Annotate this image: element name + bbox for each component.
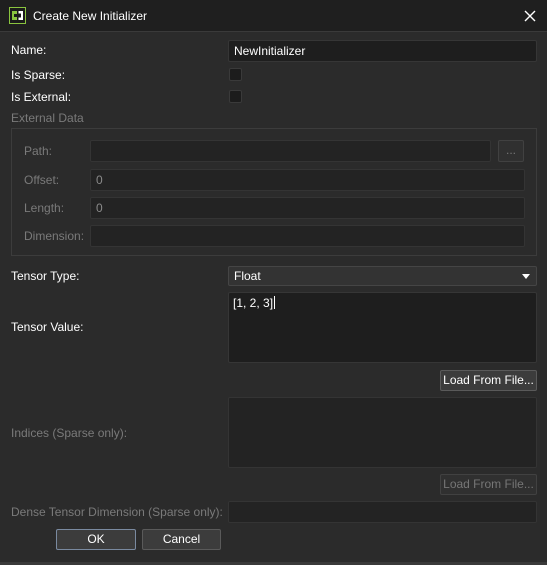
length-label: Length: bbox=[24, 201, 65, 215]
tensor-type-select[interactable]: Float bbox=[228, 266, 537, 286]
offset-label: Offset: bbox=[24, 173, 60, 187]
tensor-value-label: Tensor Value: bbox=[11, 320, 84, 334]
dimension-label: Dimension: bbox=[24, 229, 85, 243]
sparse-label: Is Sparse: bbox=[11, 68, 66, 82]
tensor-type-label: Tensor Type: bbox=[11, 269, 80, 283]
browse-path-button[interactable]: ... bbox=[498, 140, 524, 162]
chevron-down-icon bbox=[522, 274, 530, 279]
tensor-value-text: [1, 2, 3] bbox=[233, 296, 274, 310]
tensor-type-value: Float bbox=[234, 269, 261, 283]
ok-button[interactable]: OK bbox=[56, 529, 136, 550]
name-label: Name: bbox=[11, 43, 47, 57]
cancel-button[interactable]: Cancel bbox=[142, 529, 221, 550]
dimension-field[interactable] bbox=[90, 225, 525, 247]
external-label: Is External: bbox=[11, 90, 72, 104]
title-bar: Create New Initializer bbox=[0, 0, 547, 32]
window-title: Create New Initializer bbox=[33, 9, 148, 23]
text-caret bbox=[274, 296, 276, 309]
path-label: Path: bbox=[24, 144, 53, 158]
sparse-checkbox[interactable] bbox=[229, 68, 242, 81]
length-field[interactable]: 0 bbox=[90, 197, 525, 219]
tensor-value-editor[interactable]: [1, 2, 3] bbox=[228, 292, 537, 363]
indices-label: Indices (Sparse only): bbox=[11, 426, 128, 440]
close-icon[interactable] bbox=[521, 7, 539, 25]
external-data-group-label: External Data bbox=[11, 111, 84, 125]
dense-dimension-field[interactable] bbox=[228, 501, 537, 523]
external-checkbox[interactable] bbox=[229, 90, 242, 103]
app-icon bbox=[9, 7, 26, 24]
load-indices-button[interactable]: Load From File... bbox=[440, 474, 537, 495]
dense-dimension-label: Dense Tensor Dimension (Sparse only): bbox=[11, 505, 223, 519]
name-field[interactable]: NewInitializer bbox=[228, 40, 537, 62]
load-tensor-value-button[interactable]: Load From File... bbox=[440, 370, 537, 391]
path-field[interactable] bbox=[90, 140, 491, 162]
offset-field[interactable]: 0 bbox=[90, 169, 525, 191]
indices-editor[interactable] bbox=[228, 397, 537, 468]
